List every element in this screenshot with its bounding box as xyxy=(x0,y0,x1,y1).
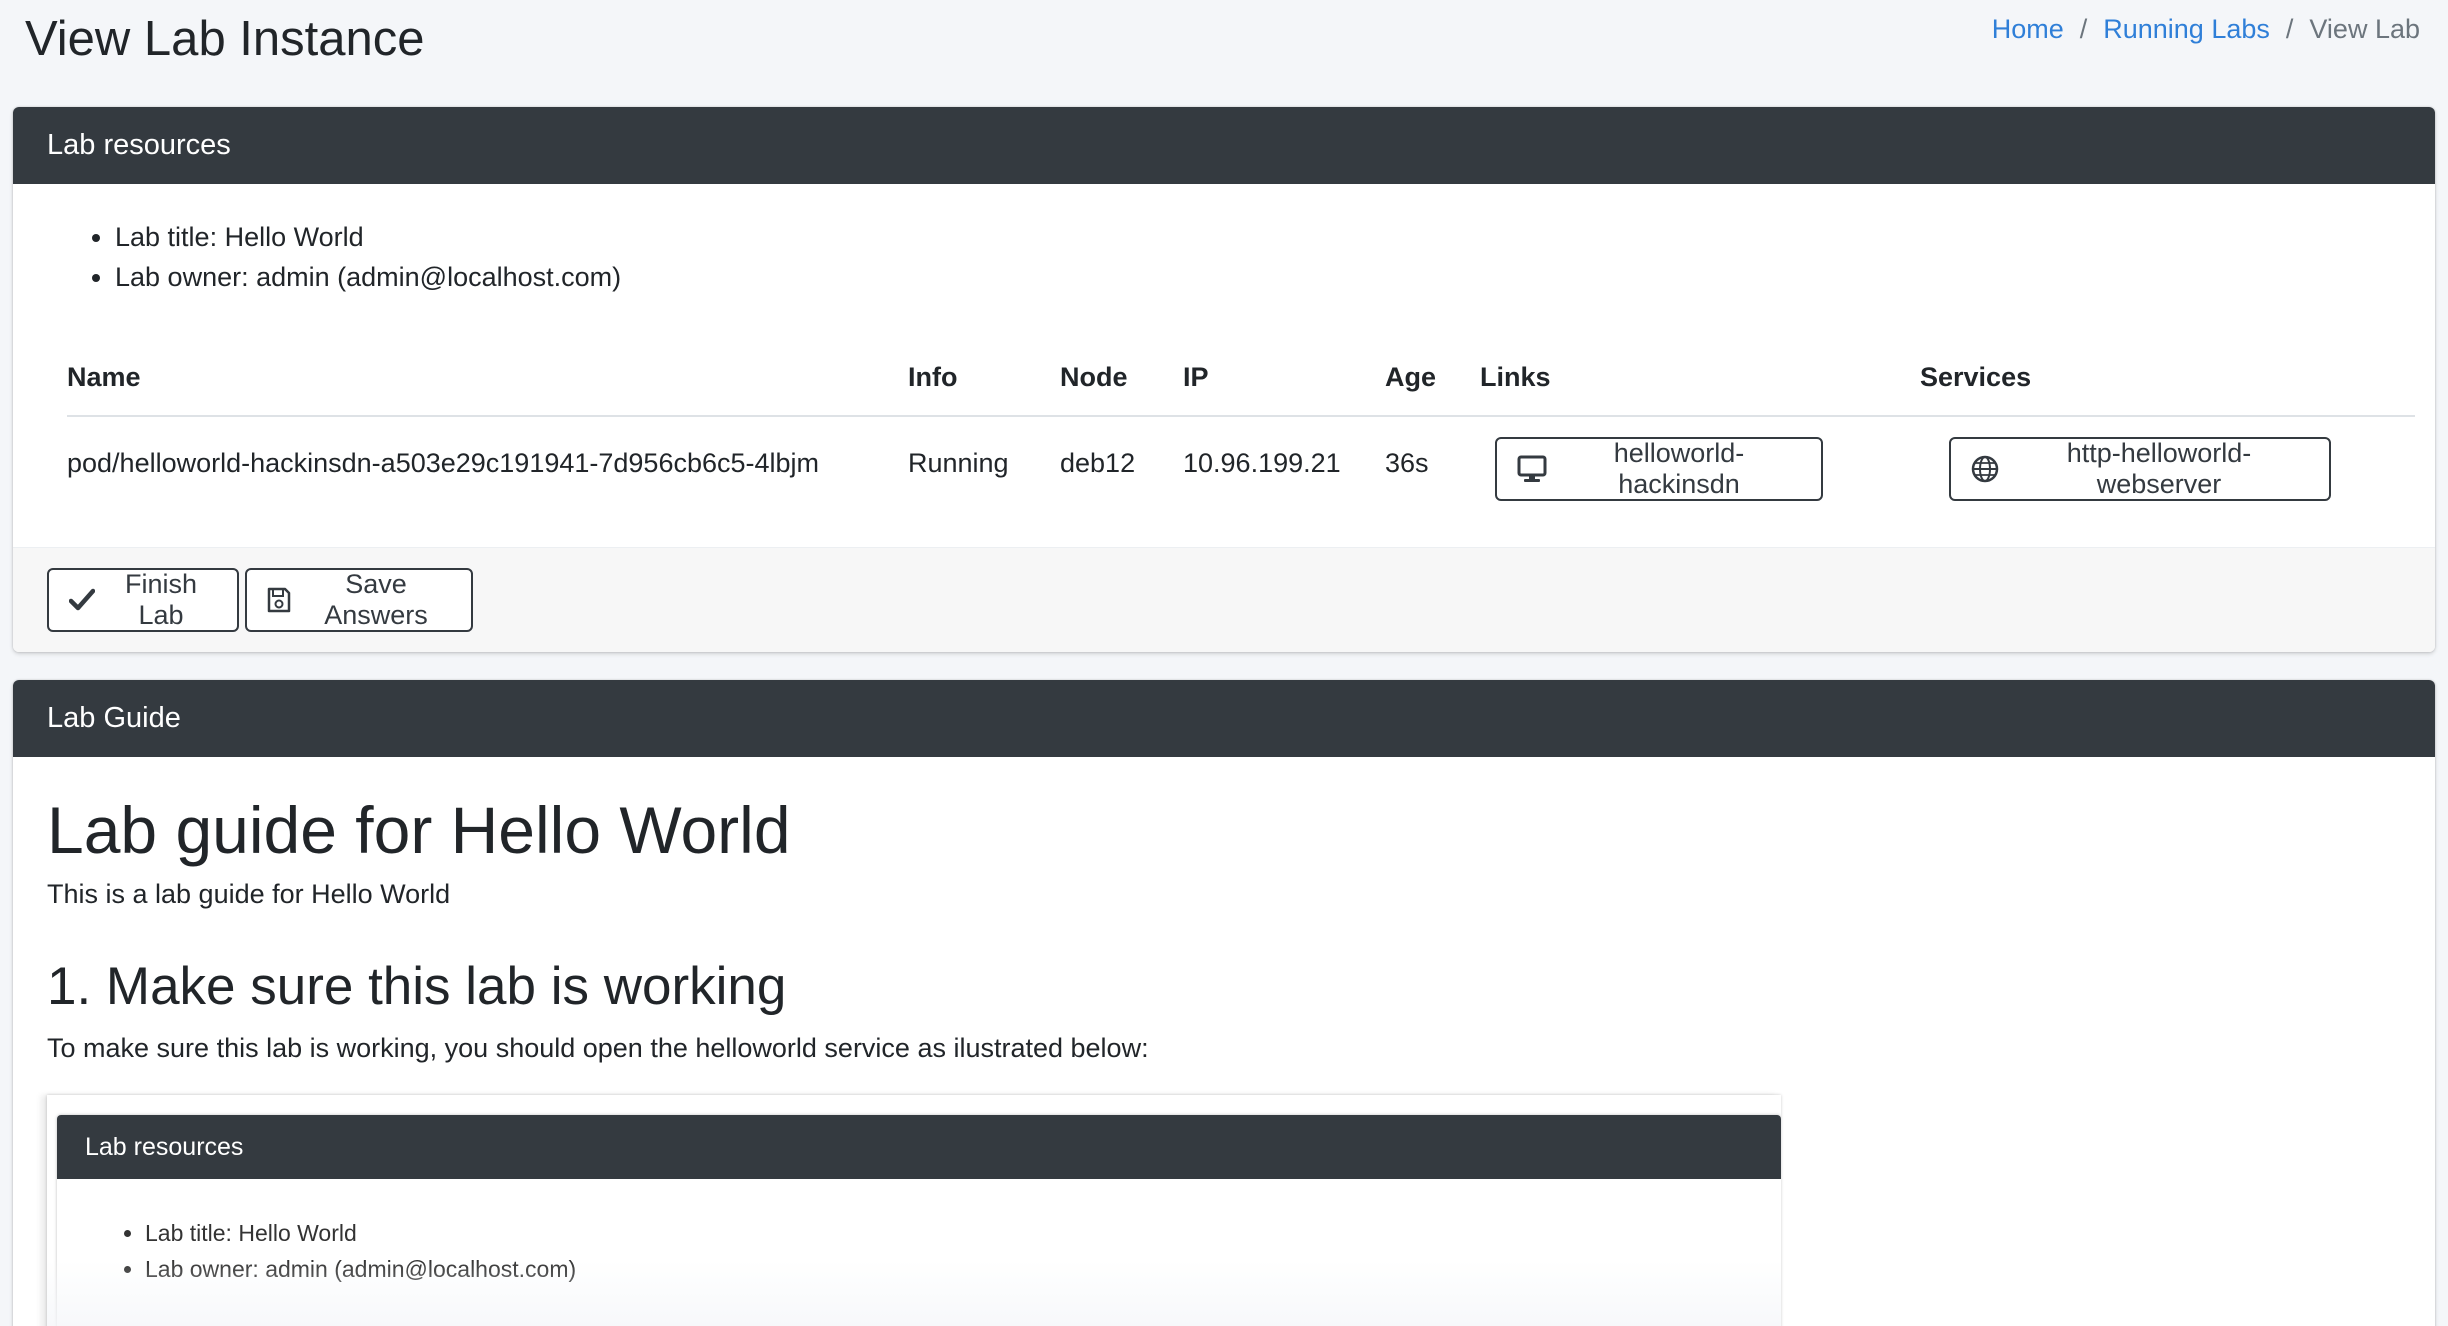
desktop-icon xyxy=(1517,455,1547,483)
column-header-ip: IP xyxy=(1183,362,1209,392)
pod-status: Running xyxy=(908,448,1009,478)
guide-title: Lab guide for Hello World xyxy=(47,793,791,867)
screenshot-lab-resources-header: Lab resources xyxy=(57,1115,1781,1179)
column-header-age: Age xyxy=(1385,362,1437,392)
column-header-links: Links xyxy=(1480,362,1551,392)
lab-owner-item: Lab owner: admin (admin@localhost.com) xyxy=(115,257,621,297)
column-header-services: Services xyxy=(1920,362,2032,392)
column-header-node: Node xyxy=(1060,362,1128,392)
finish-lab-button[interactable]: Finish Lab xyxy=(47,568,239,632)
pod-node: deb12 xyxy=(1060,448,1136,478)
breadcrumb: Home / Running Labs / View Lab xyxy=(1992,14,2420,45)
breadcrumb-current: View Lab xyxy=(2309,14,2420,44)
breadcrumb-separator: / xyxy=(2079,14,2088,44)
console-link-label: helloworld-hackinsdn xyxy=(1613,438,1745,499)
screenshot-fade xyxy=(47,1260,1781,1326)
lab-guide-header: Lab Guide xyxy=(13,680,2435,757)
column-header-info: Info xyxy=(908,362,958,392)
table-row: pod/helloworld-hackinsdn-a503e29c191941-… xyxy=(67,417,2415,557)
floppy-disk-icon xyxy=(267,587,291,613)
globe-icon xyxy=(1971,455,1999,483)
lab-guide-body: Lab guide for Hello World This is a lab … xyxy=(47,790,2397,1068)
guide-intro: This is a lab guide for Hello World xyxy=(47,879,451,909)
lab-resources-card: Lab resources Lab title: Hello World Lab… xyxy=(13,107,2435,652)
pod-name: pod/helloworld-hackinsdn-a503e29c191941-… xyxy=(67,448,820,478)
table-header: Name Info Node IP Age Links Services xyxy=(67,337,2415,417)
guide-section-heading: 1. Make sure this lab is working xyxy=(47,957,787,1016)
breadcrumb-running-labs[interactable]: Running Labs xyxy=(2103,14,2270,45)
service-link-button[interactable]: http-helloworld-webserver xyxy=(1949,437,2331,501)
lab-info-list: Lab title: Hello World Lab owner: admin … xyxy=(115,217,621,297)
finish-lab-label: Finish Lab xyxy=(124,569,198,630)
lab-title-item: Lab title: Hello World xyxy=(115,217,621,257)
lab-resources-header: Lab resources xyxy=(13,107,2435,184)
check-icon xyxy=(69,588,95,612)
breadcrumb-home[interactable]: Home xyxy=(1992,14,2064,45)
guide-section-text: To make sure this lab is working, you sh… xyxy=(47,1033,1149,1063)
save-answers-label: Save Answers xyxy=(324,569,428,630)
column-header-name: Name xyxy=(67,362,141,392)
breadcrumb-separator: / xyxy=(2285,14,2294,44)
page-header: View Lab Instance xyxy=(25,8,425,70)
page: View Lab Instance Home / Running Labs / … xyxy=(0,0,2448,1326)
console-link-button[interactable]: helloworld-hackinsdn xyxy=(1495,437,1823,501)
guide-screenshot-image: Lab resources Lab title: Hello World Lab… xyxy=(47,1095,1781,1326)
resources-table: Name Info Node IP Age Links Services pod… xyxy=(67,337,2415,557)
lab-resources-footer: Finish Lab Save Answers xyxy=(13,547,2435,652)
screenshot-lab-title-item: Lab title: Hello World xyxy=(145,1215,576,1251)
page-title: View Lab Instance xyxy=(25,12,425,66)
pod-age: 36s xyxy=(1385,448,1429,478)
pod-ip: 10.96.199.21 xyxy=(1183,448,1341,478)
service-link-label: http-helloworld-webserver xyxy=(2066,438,2252,499)
save-answers-button[interactable]: Save Answers xyxy=(245,568,473,632)
